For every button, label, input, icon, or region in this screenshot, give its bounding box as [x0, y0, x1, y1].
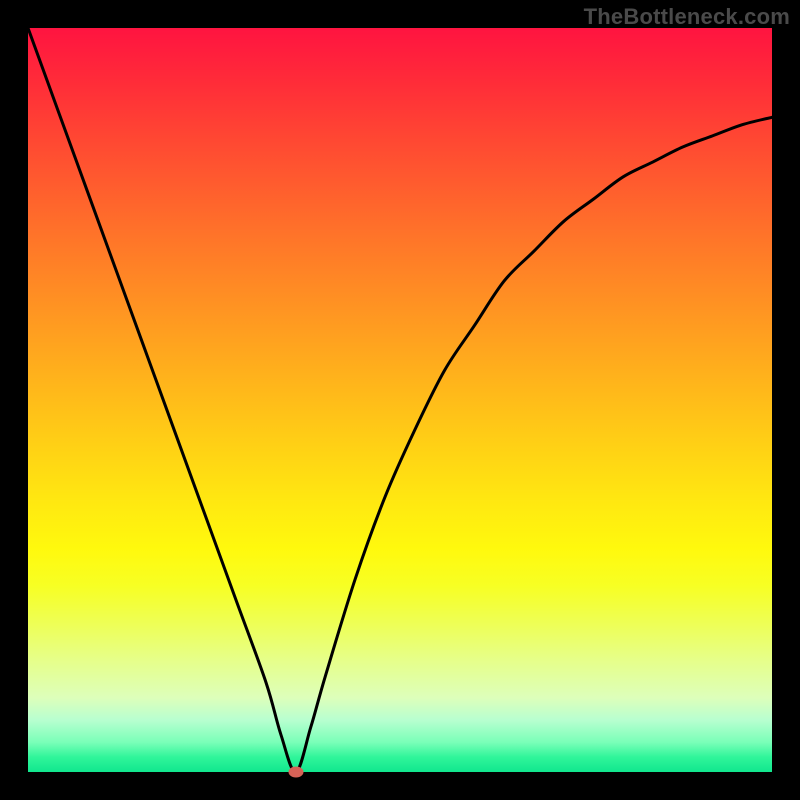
optimum-marker-icon [288, 767, 303, 778]
bottleneck-curve [28, 28, 772, 772]
watermark-text: TheBottleneck.com [584, 4, 790, 30]
chart-frame: TheBottleneck.com [0, 0, 800, 800]
